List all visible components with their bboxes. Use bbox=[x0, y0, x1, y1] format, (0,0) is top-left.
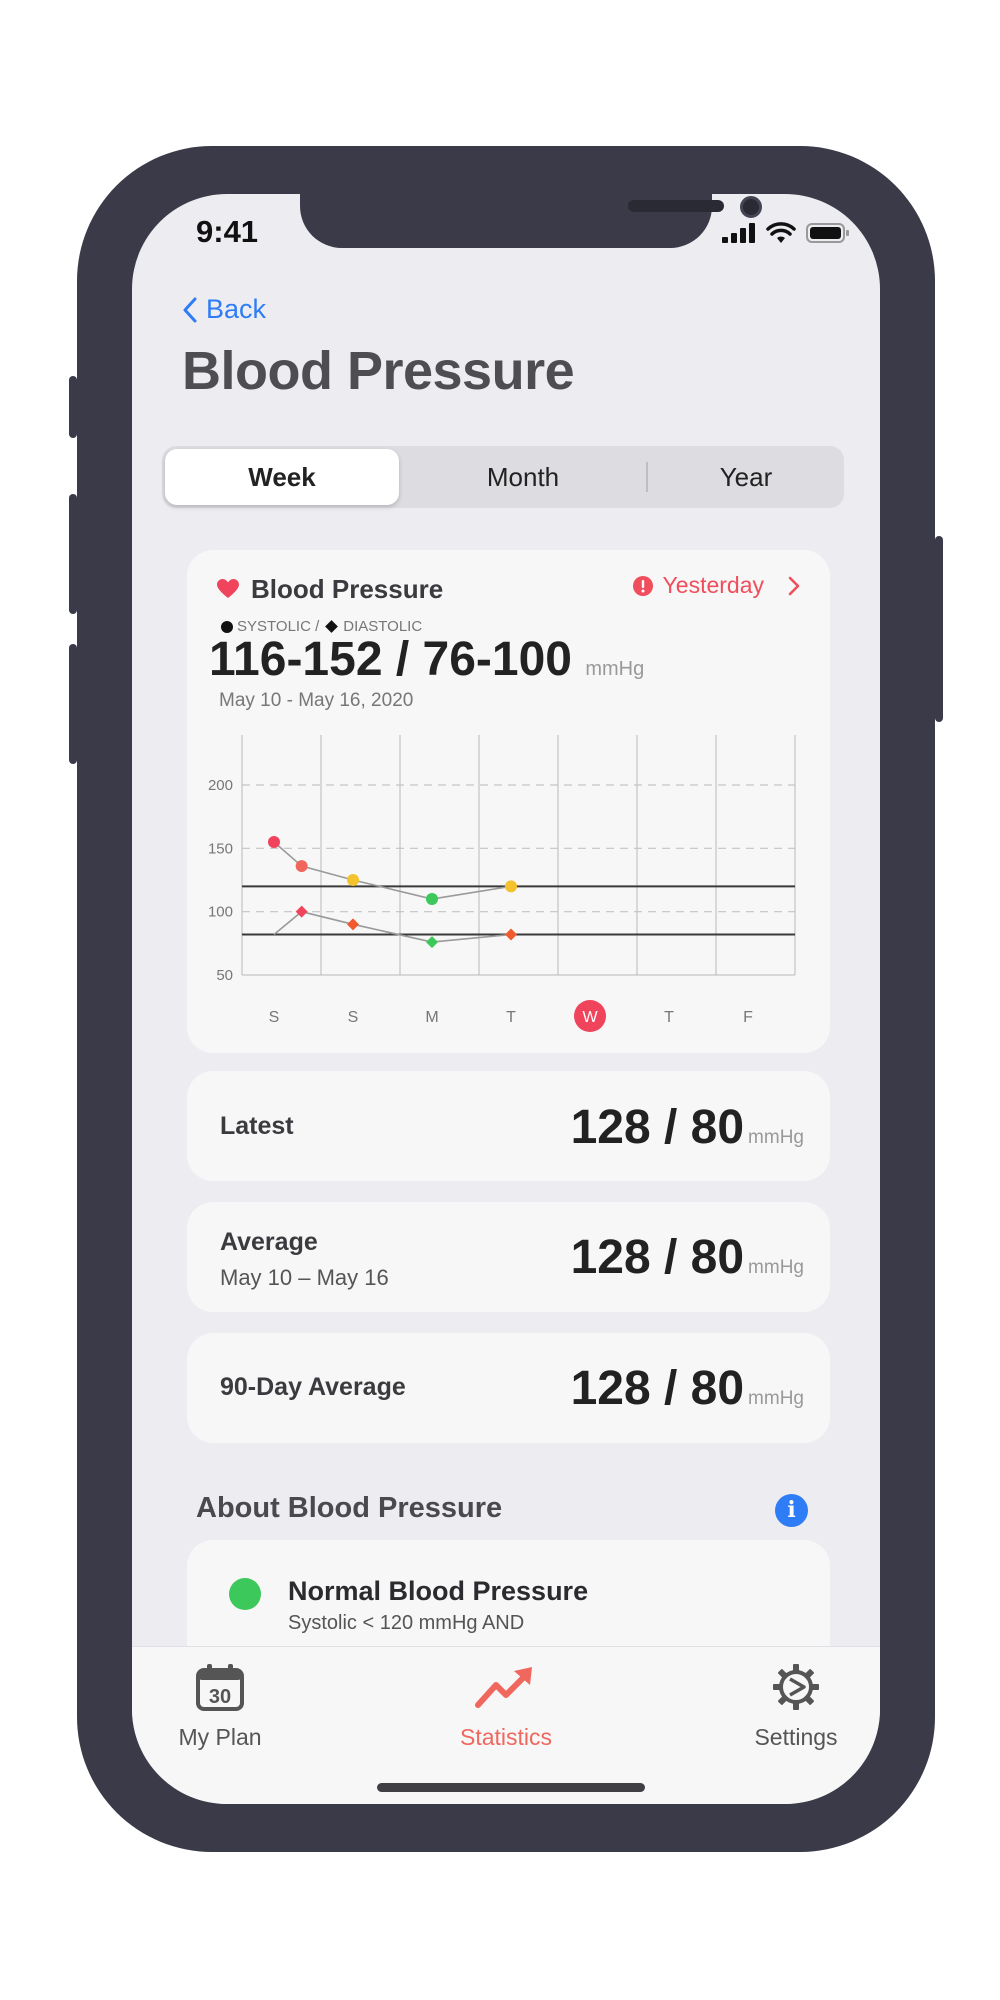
alert-icon bbox=[632, 575, 653, 596]
y-tick-label: 150 bbox=[208, 840, 233, 857]
yesterday-alert-link[interactable]: Yesterday bbox=[632, 572, 800, 599]
tab-statistics-label: Statistics bbox=[459, 1724, 553, 1750]
diastolic-point bbox=[426, 936, 438, 949]
systolic-point bbox=[347, 874, 359, 886]
range-unit: mmHg bbox=[585, 658, 645, 680]
mute-switch bbox=[69, 376, 77, 438]
range-value: 116-152 / 76-100 mmHg bbox=[209, 632, 644, 687]
page-title: Blood Pressure bbox=[182, 341, 575, 401]
y-tick-label: 100 bbox=[208, 904, 233, 921]
home-indicator bbox=[377, 1783, 645, 1792]
systolic-point bbox=[505, 880, 517, 893]
latest-unit: mmHg bbox=[748, 1127, 804, 1148]
latest-value: 128 / 80 mmHg bbox=[571, 1100, 804, 1155]
tab-bar: 30 My Plan Statistics Settings bbox=[132, 1646, 880, 1804]
speaker-grille bbox=[628, 200, 724, 212]
systolic-point bbox=[426, 893, 438, 905]
tab-settings[interactable]: Settings bbox=[716, 1663, 876, 1751]
screen: 9:41 Back Blood Pressure Week Month Year… bbox=[132, 194, 880, 1804]
x-tick-label: T bbox=[664, 1009, 674, 1026]
average-label: Average bbox=[220, 1228, 318, 1256]
x-tick-label-selected: W bbox=[582, 1009, 598, 1026]
latest-label: Latest bbox=[220, 1112, 294, 1140]
average-value: 128 / 80 mmHg bbox=[571, 1230, 804, 1285]
x-tick-label: S bbox=[269, 1009, 280, 1026]
average-unit: mmHg bbox=[748, 1257, 804, 1278]
diastolic-legend-diamond bbox=[325, 620, 339, 633]
systolic-legend-dot bbox=[221, 620, 233, 633]
ninety-day-label: 90-Day Average bbox=[220, 1373, 406, 1401]
x-tick-label: F bbox=[743, 1009, 753, 1026]
calendar-day: 30 bbox=[209, 1686, 231, 1708]
status-icons bbox=[722, 222, 850, 244]
back-button[interactable]: Back bbox=[182, 294, 266, 325]
y-tick-label: 50 bbox=[216, 967, 233, 984]
signal-icon bbox=[722, 223, 755, 243]
diastolic-point bbox=[505, 928, 517, 941]
diastolic-line bbox=[273, 910, 512, 943]
chevron-left-icon bbox=[183, 297, 197, 322]
y-tick-label: 200 bbox=[208, 777, 233, 794]
x-tick-label: T bbox=[506, 1009, 516, 1026]
status-time: 9:41 bbox=[196, 214, 259, 249]
date-range: May 10 - May 16, 2020 bbox=[219, 690, 414, 711]
range-number: 116-152 / 76-100 bbox=[209, 633, 572, 686]
chevron-right-icon bbox=[788, 576, 800, 595]
ninety-day-value: 128 / 80 mmHg bbox=[571, 1361, 804, 1416]
tab-my-plan[interactable]: 30 My Plan bbox=[140, 1663, 300, 1751]
normal-bp-description: Systolic < 120 mmHg AND bbox=[288, 1612, 525, 1634]
battery-icon bbox=[806, 223, 849, 243]
back-label: Back bbox=[206, 294, 267, 324]
normal-bp-title: Normal Blood Pressure bbox=[288, 1576, 589, 1606]
ninety-day-unit: mmHg bbox=[748, 1388, 804, 1409]
ninety-day-number: 128 / 80 bbox=[570, 1362, 745, 1415]
wifi-icon bbox=[766, 222, 796, 243]
normal-status-dot bbox=[229, 1578, 261, 1610]
average-stat-card[interactable]: Average May 10 – May 16 128 / 80 mmHg bbox=[187, 1202, 830, 1312]
volume-up-button bbox=[69, 494, 77, 614]
yesterday-label: Yesterday bbox=[662, 572, 764, 598]
about-section-title: About Blood Pressure bbox=[196, 1492, 503, 1524]
blood-pressure-chart-card: Blood Pressure Yesterday SYSTOLIC / DIAS… bbox=[187, 550, 830, 1053]
segment-month[interactable]: Month bbox=[402, 446, 644, 508]
systolic-point bbox=[295, 860, 308, 873]
tab-settings-label: Settings bbox=[754, 1724, 838, 1750]
average-number: 128 / 80 bbox=[570, 1231, 745, 1284]
systolic-line bbox=[273, 841, 512, 900]
power-button bbox=[935, 536, 943, 722]
phone-frame: 9:41 Back Blood Pressure Week Month Year… bbox=[69, 146, 943, 1852]
diastolic-point bbox=[347, 918, 359, 931]
heart-icon bbox=[217, 579, 239, 598]
trend-up-icon bbox=[475, 1667, 532, 1708]
gear-icon bbox=[773, 1664, 819, 1710]
volume-down-button bbox=[69, 644, 77, 764]
notch bbox=[300, 194, 762, 248]
average-date-range: May 10 – May 16 bbox=[220, 1265, 389, 1290]
blood-pressure-line-chart: 50 100 150 200 S S M T W T F bbox=[208, 735, 796, 1032]
calendar-icon: 30 bbox=[196, 1664, 244, 1711]
front-camera bbox=[740, 196, 762, 218]
latest-stat-card[interactable]: Latest 128 / 80 mmHg bbox=[187, 1071, 830, 1181]
x-tick-label: S bbox=[348, 1009, 359, 1026]
segment-year[interactable]: Year bbox=[648, 446, 844, 508]
systolic-point bbox=[268, 836, 280, 848]
info-icon[interactable]: i bbox=[775, 1494, 808, 1527]
period-segmented-control: Week Month Year bbox=[162, 446, 844, 508]
segment-week[interactable]: Week bbox=[165, 449, 399, 505]
x-tick-label: M bbox=[425, 1009, 438, 1026]
tab-my-plan-label: My Plan bbox=[178, 1724, 262, 1750]
tab-statistics[interactable]: Statistics bbox=[426, 1663, 586, 1751]
chart-card-title: Blood Pressure bbox=[251, 574, 444, 604]
latest-number: 128 / 80 bbox=[570, 1101, 745, 1154]
ninety-day-stat-card[interactable]: 90-Day Average 128 / 80 mmHg bbox=[187, 1333, 830, 1443]
